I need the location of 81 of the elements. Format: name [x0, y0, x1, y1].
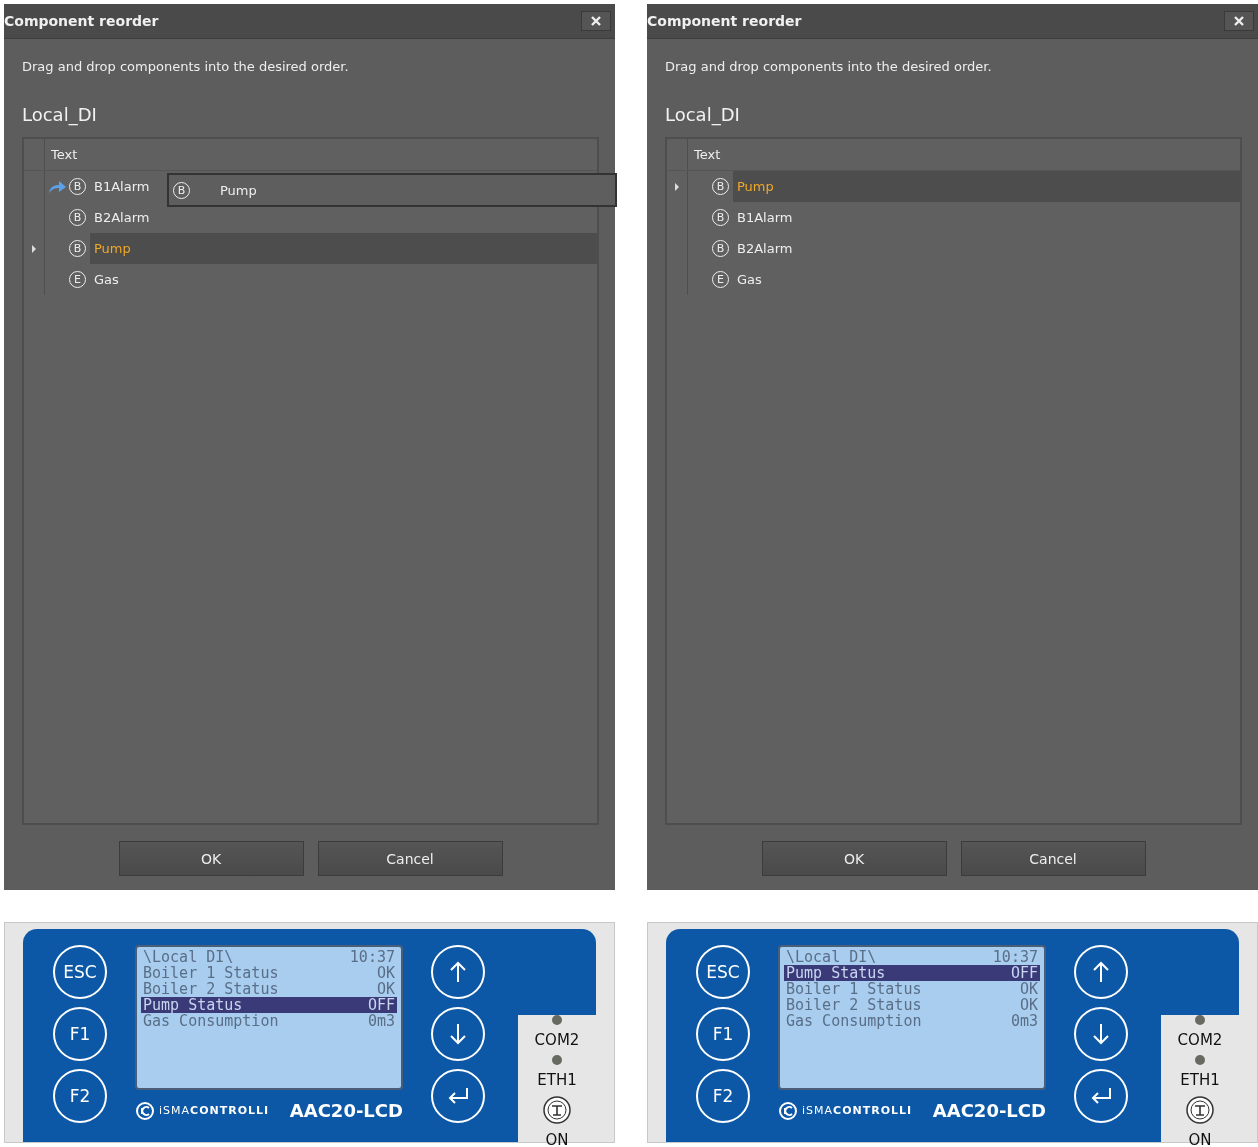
column-header: Text: [50, 147, 78, 162]
lcd-label: Boiler 2 Status: [143, 981, 279, 997]
enter-key[interactable]: [1074, 1069, 1128, 1123]
component-item[interactable]: B1Alarm: [90, 171, 154, 202]
window-title: Component reorder: [647, 13, 802, 29]
lcd-label: Boiler 1 Status: [143, 965, 279, 981]
device-key[interactable]: ESC: [53, 945, 107, 999]
model-name: AAC20-LCD: [289, 1100, 403, 1121]
device-key[interactable]: ESC: [696, 945, 750, 999]
dialog-button[interactable]: Cancel: [317, 841, 503, 876]
lcd-header: \Local DI\: [786, 949, 877, 965]
close-icon: [590, 15, 602, 27]
brand-logo-icon: [778, 1100, 798, 1121]
enter-key[interactable]: [431, 1069, 485, 1123]
lcd-label: Pump Status: [786, 965, 886, 981]
device-key[interactable]: F2: [696, 1069, 750, 1123]
brand-name: iSMACONTROLLI: [802, 1104, 913, 1117]
lcd-label: Pump Status: [143, 997, 243, 1013]
lcd-value: 0m3: [367, 1013, 395, 1029]
column-header: Text: [693, 147, 721, 162]
instruction-text: Drag and drop components into the desired order.: [665, 59, 993, 74]
lcd-header: \Local DI\: [143, 949, 234, 965]
led-label: ETH1: [537, 1071, 577, 1089]
lcd-value: 0m3: [1010, 1013, 1038, 1029]
status-led: [552, 1015, 562, 1025]
component-item[interactable]: B2Alarm: [733, 233, 797, 264]
instruction-text: Drag and drop components into the desired order.: [22, 59, 350, 74]
close-button[interactable]: [1224, 11, 1254, 31]
lcd-time: 10:37: [992, 949, 1038, 965]
down-arrow-icon: [448, 1023, 468, 1045]
status-led: [552, 1055, 562, 1065]
up-arrow-icon: [1091, 961, 1111, 983]
dialog-button[interactable]: Cancel: [960, 841, 1146, 876]
up-key[interactable]: [1074, 945, 1128, 999]
lcd-value: OFF: [1010, 965, 1038, 981]
enter-icon: [1090, 1087, 1112, 1105]
lcd-label: Boiler 2 Status: [786, 997, 922, 1013]
drag-preview-label: Pump: [220, 182, 257, 198]
component-item[interactable]: Pump: [90, 233, 597, 264]
down-key[interactable]: [1074, 1007, 1128, 1061]
window-title: Component reorder: [4, 13, 159, 29]
lcd-label: Gas Consumption: [786, 1013, 922, 1029]
status-led: [1195, 1055, 1205, 1065]
component-item[interactable]: Gas: [733, 264, 766, 295]
lcd-value: OK: [1019, 997, 1038, 1013]
status-led: [1195, 1015, 1205, 1025]
certification-mark-icon: [1185, 1095, 1215, 1125]
component-item[interactable]: B1Alarm: [733, 202, 797, 233]
led-label: COM2: [534, 1031, 580, 1049]
lcd-label: Gas Consumption: [143, 1013, 279, 1029]
brand-logo-icon: [135, 1100, 155, 1121]
device-key[interactable]: F2: [53, 1069, 107, 1123]
component-item[interactable]: B2Alarm: [90, 202, 154, 233]
device-key[interactable]: F1: [53, 1007, 107, 1061]
component-item[interactable]: Gas: [90, 264, 123, 295]
close-icon: [1233, 15, 1245, 27]
component-item[interactable]: Pump: [733, 171, 1240, 202]
model-name: AAC20-LCD: [932, 1100, 1046, 1121]
lcd-value: OK: [1019, 981, 1038, 997]
certification-mark-icon: [542, 1095, 572, 1125]
brand-name: iSMACONTROLLI: [159, 1104, 270, 1117]
dialog-button[interactable]: OK: [118, 841, 304, 876]
led-label: COM2: [1177, 1031, 1223, 1049]
up-arrow-icon: [448, 961, 468, 983]
led-label: ON: [545, 1131, 569, 1147]
enter-icon: [447, 1087, 469, 1105]
group-title: Local_DI: [665, 104, 741, 125]
dialog-button[interactable]: OK: [761, 841, 947, 876]
lcd-time: 10:37: [349, 949, 395, 965]
led-label: ETH1: [1180, 1071, 1220, 1089]
up-key[interactable]: [431, 945, 485, 999]
group-title: Local_DI: [22, 104, 98, 125]
led-label: ON: [1188, 1131, 1212, 1147]
lcd-label: Boiler 1 Status: [786, 981, 922, 997]
down-arrow-icon: [1091, 1023, 1111, 1045]
device-key[interactable]: F1: [696, 1007, 750, 1061]
close-button[interactable]: [581, 11, 611, 31]
lcd-value: OFF: [367, 997, 395, 1013]
lcd-value: OK: [376, 965, 395, 981]
down-key[interactable]: [431, 1007, 485, 1061]
lcd-value: OK: [376, 981, 395, 997]
